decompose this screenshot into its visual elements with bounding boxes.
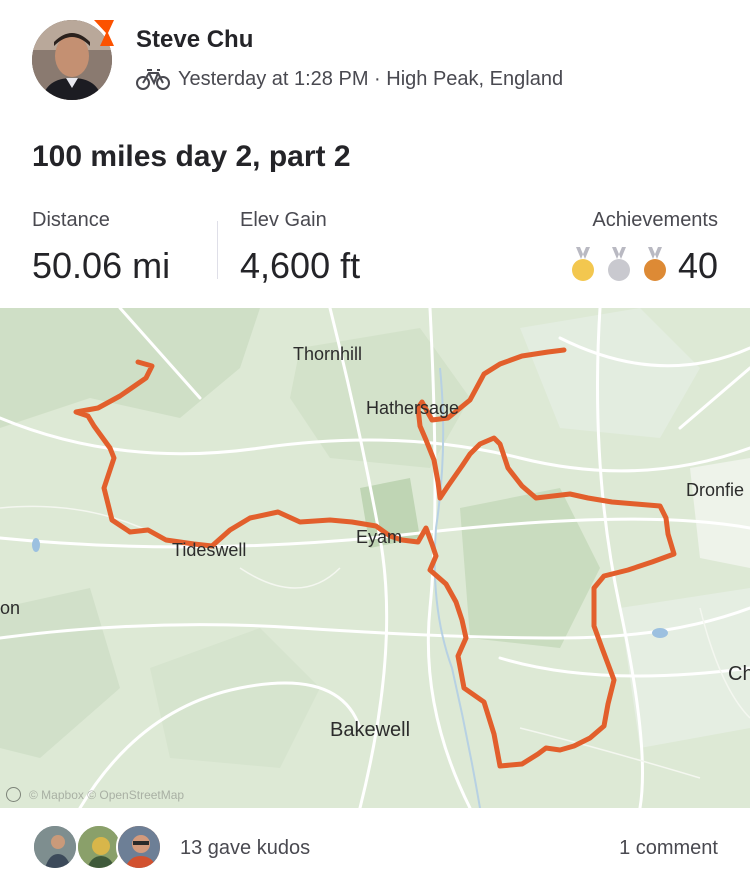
activity-meta: Yesterday at 1:28 PM · High Peak, Englan… [136,66,563,92]
silver-medal-icon [608,247,630,281]
mapbox-logo-icon [6,787,21,802]
athlete-avatar[interactable] [32,20,114,100]
achievement-medals[interactable] [570,247,668,283]
map-label-right-edge: Ch [728,663,750,685]
map-label-bakewell: Bakewell [330,719,411,741]
kudos-avatar[interactable] [32,824,78,870]
activity-header: Steve Chu Yesterday at 1:28 PM · High Pe… [0,0,750,125]
map-attribution-text: © Mapbox © OpenStreetMap [29,787,185,802]
distance-value: 50.06 mi [32,245,171,286]
activity-title[interactable]: 100 miles day 2, part 2 [32,140,351,174]
map-label-hathersage: Hathersage [366,398,460,418]
kudos-avatar[interactable] [116,824,162,870]
social-footer: 13 gave kudos 1 comment [0,808,750,883]
stat-divider [217,221,218,279]
map-attribution[interactable]: © Mapbox © OpenStreetMap [6,787,184,802]
route-map[interactable]: Thornhill Hathersage Dronfie Eyam Tidesw… [0,308,750,808]
athlete-name[interactable]: Steve Chu [136,26,253,54]
map-label-thornhill: Thornhill [293,344,363,364]
strava-badge-icon [94,20,114,46]
activity-location: High Peak, England [386,67,564,90]
map-label-tideswell: Tideswell [172,540,247,560]
achievements-count: 40 [677,245,718,286]
bike-icon [136,69,170,90]
elev-gain-label: Elev Gain [240,209,327,231]
kudos-count[interactable]: 13 gave kudos [180,837,310,860]
bronze-medal-icon [644,247,666,281]
activity-timestamp: Yesterday at 1:28 PM [178,67,369,90]
activity-stats: Distance 50.06 mi Elev Gain 4,600 ft Ach… [0,205,750,295]
meta-separator: · [368,67,387,90]
gold-medal-icon [572,247,594,281]
distance-label: Distance [32,209,110,231]
map-label-left-edge: on [0,598,21,618]
map-label-eyam: Eyam [356,527,403,547]
elev-gain-value: 4,600 ft [240,245,361,286]
comment-count[interactable]: 1 comment [619,837,718,860]
achievements-label: Achievements [592,209,718,231]
map-label-dronfield: Dronfie [686,480,745,500]
